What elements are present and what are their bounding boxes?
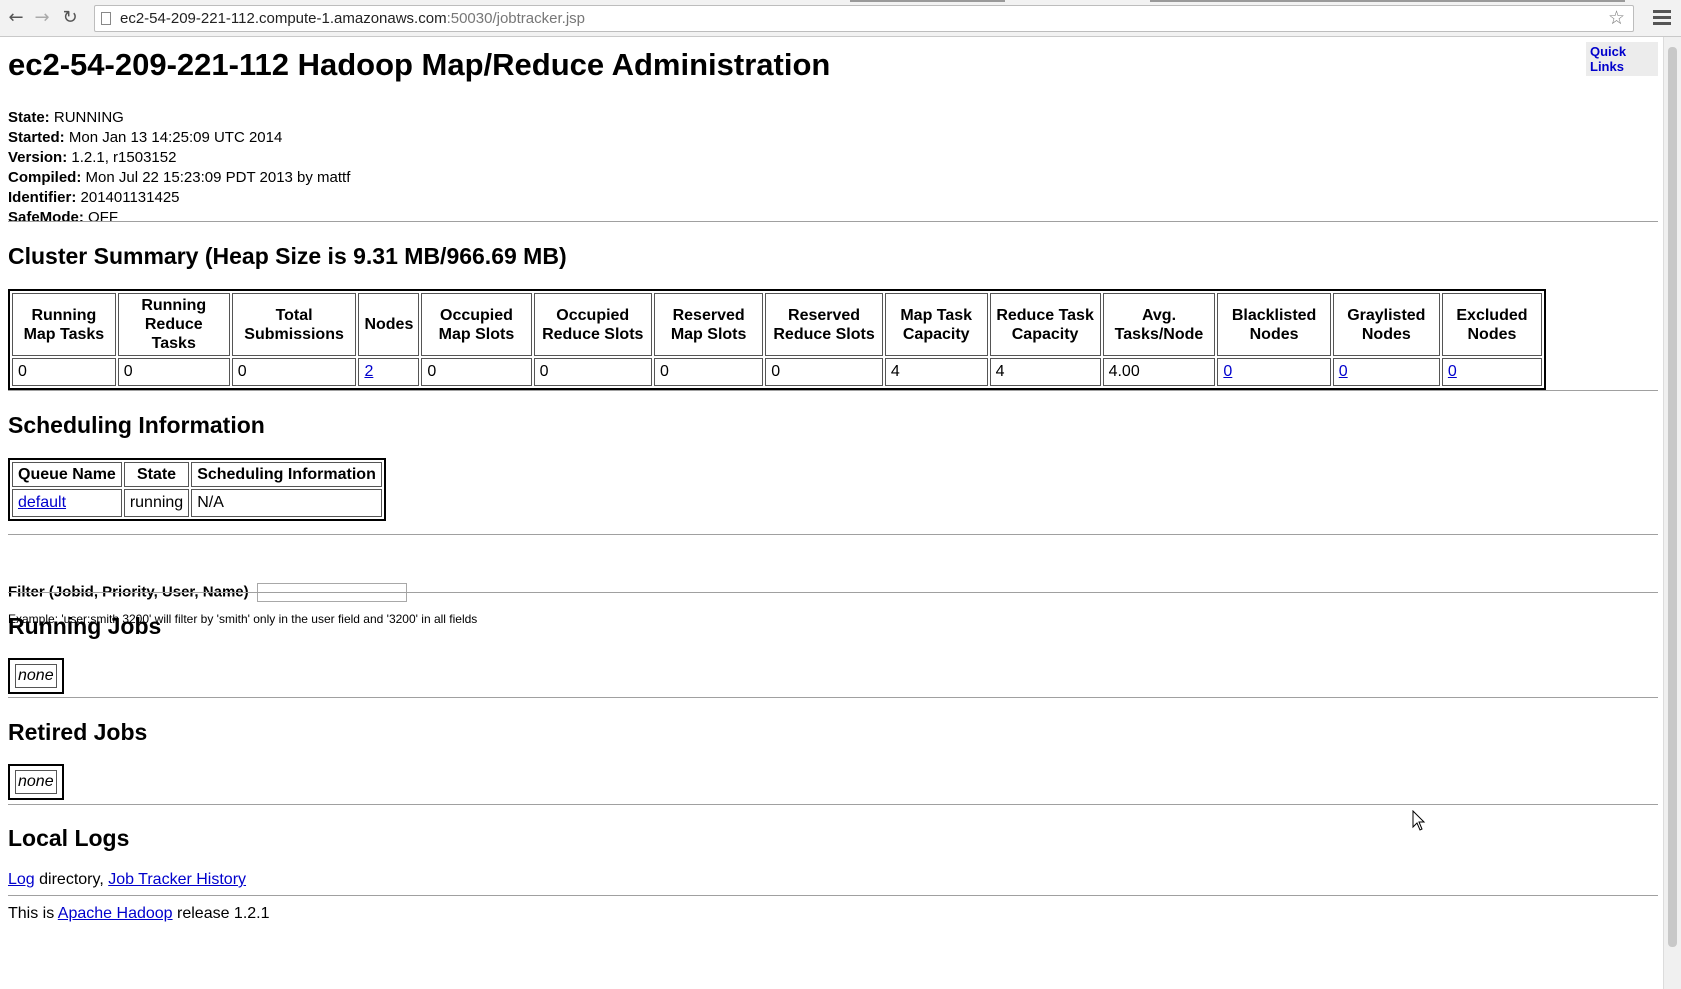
star-icon[interactable]: ☆ bbox=[1608, 7, 1625, 29]
column-header: Running Map Tasks bbox=[12, 293, 116, 356]
info-started: Started: Mon Jan 13 14:25:09 UTC 2014 bbox=[8, 129, 283, 146]
info-safemode: SafeMode: OFF bbox=[8, 209, 119, 226]
table-row: default running N/A bbox=[12, 489, 382, 517]
table-cell: 4.00 bbox=[1102, 358, 1216, 386]
info-compiled: Compiled: Mon Jul 22 15:23:09 PDT 2013 b… bbox=[8, 169, 351, 186]
table-row: 0 0 0 2 0 0 0 0 4 4 4.00 0 0 0 bbox=[12, 358, 1542, 386]
column-header: Graylisted Nodes bbox=[1332, 293, 1440, 356]
table-cell: 0 bbox=[1332, 358, 1440, 386]
info-version: Version: 1.2.1, r1503152 bbox=[8, 149, 177, 166]
cell-link[interactable]: 0 bbox=[1448, 363, 1457, 380]
divider bbox=[8, 697, 1658, 698]
cell-link[interactable]: 0 bbox=[1339, 363, 1348, 380]
table-cell: 0 bbox=[117, 358, 230, 386]
hamburger-menu-icon[interactable] bbox=[1653, 10, 1671, 26]
page-icon bbox=[101, 12, 111, 25]
retired-jobs-none: none bbox=[15, 770, 57, 794]
mouse-cursor-icon bbox=[1412, 810, 1426, 831]
column-header: Map Task Capacity bbox=[884, 293, 988, 356]
column-header: Reduce Task Capacity bbox=[989, 293, 1101, 356]
address-bar[interactable]: ec2-54-209-221-112.compute-1.amazonaws.c… bbox=[94, 5, 1634, 32]
job-tracker-history-link[interactable]: Job Tracker History bbox=[108, 871, 246, 888]
page-title: ec2-54-209-221-112 Hadoop Map/Reduce Adm… bbox=[8, 47, 831, 82]
divider bbox=[8, 534, 1658, 535]
queue-default-link[interactable]: default bbox=[18, 494, 66, 511]
divider bbox=[8, 804, 1658, 805]
table-cell: 0 bbox=[765, 358, 883, 386]
table-cell: 0 bbox=[653, 358, 764, 386]
retired-jobs-heading: Retired Jobs bbox=[8, 719, 148, 745]
table-cell: 0 bbox=[12, 358, 116, 386]
reload-icon[interactable]: ↻ bbox=[59, 7, 81, 29]
column-header: Blacklisted Nodes bbox=[1217, 293, 1331, 356]
divider bbox=[8, 221, 1658, 222]
local-logs-heading: Local Logs bbox=[8, 825, 130, 851]
divider bbox=[8, 592, 1658, 593]
queue-state-cell: running bbox=[123, 489, 190, 517]
jobtracker-info: State: RUNNING Started: Mon Jan 13 14:25… bbox=[8, 108, 350, 228]
column-header: Scheduling Information bbox=[191, 462, 382, 487]
column-header: Reserved Reduce Slots bbox=[765, 293, 883, 356]
back-arrow-icon[interactable]: ← bbox=[5, 7, 27, 29]
info-state: State: RUNNING bbox=[8, 109, 124, 126]
retired-jobs-table: none bbox=[8, 764, 64, 800]
queue-name-cell: default bbox=[12, 489, 122, 517]
cluster-summary-table: Running Map Tasks Running Reduce Tasks Tot… bbox=[8, 289, 1546, 390]
apache-hadoop-link[interactable]: Apache Hadoop bbox=[58, 905, 173, 922]
table-cell: 4 bbox=[884, 358, 988, 386]
vertical-scrollbar[interactable] bbox=[1663, 37, 1681, 989]
table-cell: 0 bbox=[1217, 358, 1331, 386]
column-header: Queue Name bbox=[12, 462, 122, 487]
quick-links-link[interactable]: Quick Links bbox=[1586, 42, 1658, 76]
column-header: Running Reduce Tasks bbox=[117, 293, 230, 356]
running-jobs-none: none bbox=[15, 664, 57, 688]
table-cell: 0 bbox=[533, 358, 652, 386]
running-jobs-heading: Running Jobs bbox=[8, 613, 162, 639]
scheduling-table: Queue Name State Scheduling Information … bbox=[8, 458, 386, 521]
table-cell: 2 bbox=[358, 358, 420, 386]
table-cell: 0 bbox=[421, 358, 532, 386]
column-header: Excluded Nodes bbox=[1441, 293, 1542, 356]
cell-link[interactable]: 0 bbox=[1223, 363, 1232, 380]
tab-edge bbox=[1150, 0, 1625, 2]
table-cell: 4 bbox=[989, 358, 1101, 386]
log-directory-link[interactable]: Log bbox=[8, 871, 35, 888]
tab-edge bbox=[850, 0, 1005, 2]
column-header: Nodes bbox=[358, 293, 420, 356]
url-text[interactable]: ec2-54-209-221-112.compute-1.amazonaws.c… bbox=[120, 10, 585, 27]
column-header: Avg. Tasks/Node bbox=[1102, 293, 1216, 356]
running-jobs-table: none bbox=[8, 658, 64, 694]
column-header: Occupied Map Slots bbox=[421, 293, 532, 356]
column-header: Reserved Map Slots bbox=[653, 293, 764, 356]
table-cell: 0 bbox=[231, 358, 357, 386]
cell-link[interactable]: 2 bbox=[364, 363, 373, 380]
queue-scheduling-info-cell: N/A bbox=[191, 489, 382, 517]
table-cell: 0 bbox=[1441, 358, 1542, 386]
divider bbox=[8, 895, 1658, 896]
cluster-summary-heading: Cluster Summary (Heap Size is 9.31 MB/96… bbox=[8, 243, 567, 269]
column-header: Total Submissions bbox=[231, 293, 357, 356]
column-header: Occupied Reduce Slots bbox=[533, 293, 652, 356]
scheduling-info-heading: Scheduling Information bbox=[8, 412, 265, 438]
browser-toolbar: ← → ↻ ec2-54-209-221-112.compute-1.amazo… bbox=[0, 0, 1681, 37]
scrollbar-thumb[interactable] bbox=[1668, 47, 1677, 947]
footer-line: This is Apache Hadoop release 1.2.1 bbox=[8, 905, 270, 922]
local-logs-line: Log directory, Job Tracker History bbox=[8, 871, 247, 888]
column-header: State bbox=[123, 462, 190, 487]
divider bbox=[8, 390, 1658, 391]
info-identifier: Identifier: 201401131425 bbox=[8, 189, 180, 206]
forward-arrow-icon[interactable]: → bbox=[31, 7, 53, 29]
